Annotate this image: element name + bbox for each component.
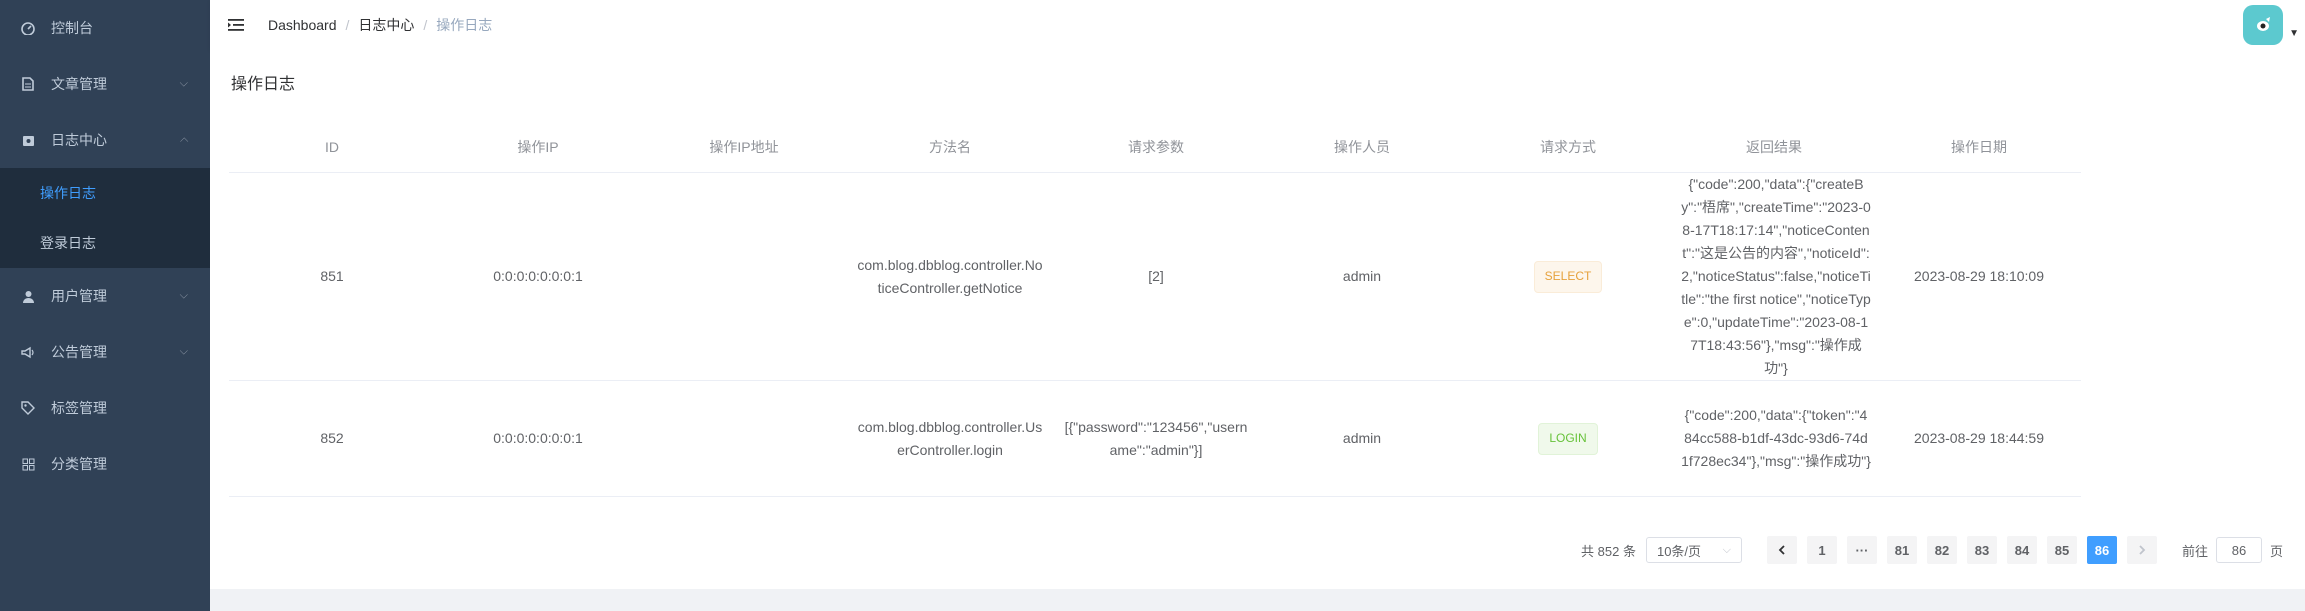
sidebar-item-dashboard[interactable]: 控制台 [0,0,210,56]
breadcrumb-home[interactable]: Dashboard [268,17,337,33]
page-button-current[interactable]: 86 [2086,536,2117,564]
breadcrumb: Dashboard / 日志中心 / 操作日志 [268,15,492,35]
chevron-down-icon: ⌵ [179,289,188,302]
table-row[interactable]: 852 0:0:0:0:0:0:0:1 com.blog.dbblog.cont… [229,380,2081,497]
pagination-total: 共 852 条 [1581,543,1636,559]
column-header: 请求参数 [1053,121,1259,173]
goto-page: 前往 86 页 [2182,537,2283,563]
cell-id: 851 [229,172,435,381]
sidebar-item-notices[interactable]: 公告管理 ⌵ [0,324,210,380]
breadcrumb-separator: / [345,17,350,33]
page-button[interactable]: 81 [1886,536,1917,564]
sidebar-item-categories[interactable]: 分类管理 [0,436,210,492]
sidebar-item-label: 用户管理 [51,288,107,304]
column-header: 操作IP [435,121,641,173]
cell-request-type: SELECT [1465,172,1671,381]
log-icon [20,132,36,148]
prev-page-button[interactable] [1766,536,1797,564]
request-type-tag: SELECT [1533,260,1603,293]
hamburger-icon[interactable] [226,15,246,35]
breadcrumb-separator: / [423,17,428,33]
sidebar-item-label: 控制台 [51,20,93,36]
column-header: 方法名 [847,121,1053,173]
sidebar-item-label: 公告管理 [51,344,107,360]
result-text: {"code":200,"data":{"createBy":"梧席","cre… [1681,176,1871,376]
sidebar-item-operation-log[interactable]: 操作日志 [0,168,210,218]
cell-operator: admin [1259,380,1465,497]
request-type-tag: LOGIN [1538,422,1598,455]
more-pages-button[interactable]: ··· [1846,536,1877,564]
table-header-row: ID 操作IP 操作IP地址 方法名 请求参数 操作人员 请求方式 返回结果 操… [229,121,2081,173]
goto-suffix: 页 [2269,543,2283,559]
sidebar-item-label: 文章管理 [51,76,107,92]
sidebar-item-label: 日志中心 [51,132,107,148]
chevron-up-icon: ⌵ [179,134,188,147]
chevron-down-icon: ⌵ [179,77,188,90]
page-title: 操作日志 [231,76,296,93]
main-area: Dashboard / 日志中心 / 操作日志 ▼ 操作日志 ID 操作IP 操… [210,0,2305,611]
log-submenu: 操作日志 登录日志 [0,168,210,268]
page-size-select[interactable]: 10条/页 ⌵ [1645,537,1742,563]
result-text: {"code":200,"data":{"token":"484cc588-b1… [1681,407,1871,469]
cell-date: 2023-08-29 18:44:59 [1877,380,2081,497]
cell-request-type: LOGIN [1465,380,1671,497]
page-button[interactable]: 1 [1806,536,1837,564]
sidebar-item-tags[interactable]: 标签管理 [0,380,210,436]
grid-icon [20,456,36,472]
sidebar-item-login-log[interactable]: 登录日志 [0,218,210,268]
column-header: 操作IP地址 [641,121,847,173]
pagination: 共 852 条 10条/页 ⌵ 1 ··· 81 82 83 84 85 86 … [1581,536,2283,564]
cell-ip: 0:0:0:0:0:0:0:1 [435,172,641,381]
column-header: 请求方式 [1465,121,1671,173]
page-button[interactable]: 85 [2046,536,2077,564]
cell-result: {"code":200,"data":{"createBy":"梧席","cre… [1671,172,1877,381]
cell-result: {"code":200,"data":{"token":"484cc588-b1… [1671,380,1877,497]
megaphone-icon [20,344,36,360]
sidebar-item-articles[interactable]: 文章管理 ⌵ [0,56,210,112]
chevron-down-icon: ⌵ [1722,543,1731,556]
cell-params: [{"password":"123456","username":"admin"… [1053,380,1259,497]
cell-id: 852 [229,380,435,497]
page-size-value: 10条/页 [1656,543,1702,559]
cell-ip-address [641,380,847,497]
goto-page-input[interactable]: 86 [2215,537,2262,563]
sidebar: 控制台 文章管理 ⌵ 日志中心 ⌵ 操作日志 登录日志 用户管理 ⌵ 公告管理 … [0,0,210,611]
page-button[interactable]: 84 [2006,536,2037,564]
breadcrumb-log-center[interactable]: 日志中心 [358,15,414,35]
operation-log-table: ID 操作IP 操作IP地址 方法名 请求参数 操作人员 请求方式 返回结果 操… [229,121,2081,497]
dashboard-icon [20,20,36,36]
avatar[interactable] [2243,5,2283,45]
breadcrumb-current: 操作日志 [436,17,493,33]
next-page-button[interactable] [2126,536,2157,564]
cell-method: com.blog.dbblog.controller.NoticeControl… [847,172,1053,381]
sidebar-item-label: 标签管理 [51,400,107,416]
page-button[interactable]: 82 [1926,536,1957,564]
cell-ip: 0:0:0:0:0:0:0:1 [435,380,641,497]
table-row[interactable]: 851 0:0:0:0:0:0:0:1 com.blog.dbblog.cont… [229,172,2081,381]
content-card: 操作日志 ID 操作IP 操作IP地址 方法名 请求参数 操作人员 请求方式 返… [210,50,2305,589]
sidebar-item-label: 分类管理 [51,456,107,472]
navbar: Dashboard / 日志中心 / 操作日志 ▼ [210,0,2305,50]
cell-operator: admin [1259,172,1465,381]
goto-label: 前往 [2181,543,2208,559]
tag-icon [20,400,36,416]
cell-ip-address [641,172,847,381]
chevron-down-icon: ⌵ [179,345,188,358]
cell-params: [2] [1053,172,1259,381]
column-header: 操作日期 [1877,121,2081,173]
user-icon [20,288,36,304]
caret-down-icon[interactable]: ▼ [2289,28,2299,39]
sidebar-item-users[interactable]: 用户管理 ⌵ [0,268,210,324]
cell-method: com.blog.dbblog.controller.UserControlle… [847,380,1053,497]
document-icon [20,76,36,92]
column-header: 操作人员 [1259,121,1465,173]
column-header: 返回结果 [1671,121,1877,173]
column-header: ID [229,121,435,173]
cell-date: 2023-08-29 18:10:09 [1877,172,2081,381]
sidebar-item-logs[interactable]: 日志中心 ⌵ [0,112,210,168]
page-button[interactable]: 83 [1966,536,1997,564]
